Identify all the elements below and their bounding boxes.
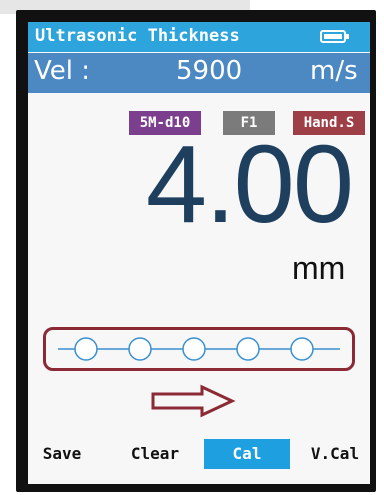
- velocity-bar: Vel : 5900 m/s: [28, 53, 370, 93]
- app-title: Ultrasonic Thickness: [35, 26, 240, 46]
- velocity-value: 5900: [176, 56, 243, 86]
- right-arrow-icon: [151, 384, 236, 418]
- coupling-circle: [128, 337, 152, 361]
- thickness-unit: mm: [292, 250, 346, 286]
- softkey-bar: Save Clear Cal V.Cal: [28, 439, 370, 469]
- title-bar: Ultrasonic Thickness: [28, 22, 370, 52]
- clear-softkey[interactable]: Clear: [120, 439, 190, 469]
- coupling-circle: [74, 337, 98, 361]
- coupling-circle: [182, 337, 206, 361]
- cal-softkey[interactable]: Cal: [204, 439, 290, 469]
- battery-terminal: [346, 34, 349, 39]
- battery-full-icon: [320, 30, 349, 43]
- vcal-softkey[interactable]: V.Cal: [300, 439, 370, 469]
- velocity-label: Vel :: [34, 56, 91, 86]
- coupling-indicator-box: [43, 327, 355, 371]
- thickness-reading: 4.00: [145, 123, 354, 246]
- coupling-circle: [236, 337, 260, 361]
- battery-level: [324, 34, 342, 39]
- device-screen: Ultrasonic Thickness Vel : 5900 m/s 5M-d…: [28, 22, 370, 484]
- save-softkey[interactable]: Save: [32, 439, 92, 469]
- coupling-circle: [290, 337, 314, 361]
- coupling-indicator: [58, 337, 340, 361]
- velocity-unit: m/s: [310, 56, 358, 86]
